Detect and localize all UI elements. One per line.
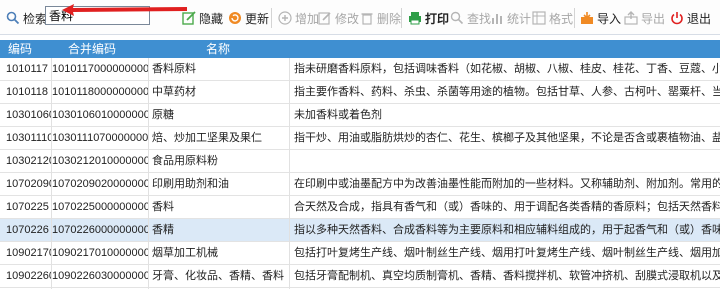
cell-merged: 1090217010000000000 [52,247,148,259]
cell-merged: 1030106010000000000 [52,109,148,121]
column-divider [148,58,149,289]
search-label: 检索 [6,9,47,27]
cell-code: 1010117 [6,63,49,75]
cell-name: 焙、炒加工坚果及果仁 [152,132,262,144]
find-button[interactable]: 查找 [450,9,491,27]
cell-desc: 在印刷中或油墨配方中为改善油墨性能而附加的一些材料。又称辅助剂、附加剂。常用的油… [294,178,720,190]
column-header-merged-code[interactable]: 合并编码 [68,40,116,58]
cell-code: 103011107 [6,132,52,144]
search-icon [450,11,464,25]
import-icon [581,12,593,24]
table-row[interactable]: 10702261070226000000000000 香精 指以多种天然香料、合成香… [0,219,720,242]
cell-name: 中草药材 [152,86,196,98]
cell-merged: 1010118000000000000 [52,86,148,98]
table-row[interactable]: 10702251070225000000000000 香料 合天然及合成，指具有香气… [0,196,720,219]
cell-desc: 指以多种天然香料、合成香料等为主要原料和相应辅料组成的，用于起香气和（或）香味作… [294,224,720,236]
trash-icon [361,13,373,25]
cell-name: 牙膏、化妆品、香精、香料... [152,270,284,282]
cell-name: 食品用原料粉 [152,155,218,167]
table-row[interactable]: 1090226031090226030000000000 牙膏、化妆品、香精、香料… [0,265,720,288]
search-icon [6,11,20,25]
column-header-code[interactable]: 编码 [8,40,32,58]
column-divider [289,58,290,289]
table-row[interactable]: 1030212011030212010000000000 食品用原料粉 [0,150,720,173]
cell-desc [294,150,720,173]
refresh-icon [229,12,241,24]
table-row[interactable]: 1070209021070209020000000000 印刷用助剂和油 在印刷中或… [0,173,720,196]
cell-code: 109021701 [6,247,52,259]
table-row[interactable]: 1030106011030106010000000000 原糖 未加香料或着色剂 [0,104,720,127]
cell-code: 109022603 [6,270,52,282]
cell-merged: 1070226000000000000 [52,224,148,236]
format-icon [532,11,546,25]
printer-icon [409,12,421,25]
cell-desc: 指主要作香料、药料、杀虫、杀菌等用途的植物。包括甘草、人参、古柯叶、罂粟杆、当归… [294,86,720,98]
red-arrow-annotation [62,4,187,16]
stats-button[interactable]: 统计 [490,9,531,27]
cell-desc: 包括牙膏配制机、真空均质制膏机、香精、香料搅拌机、软管冲挤机、刮膜式浸取机以及其… [294,270,720,282]
cell-name: 香料原料 [152,63,196,75]
update-button[interactable]: 更新 [228,9,269,27]
separator [271,8,272,28]
import-button[interactable]: 导入 [580,9,621,27]
cell-desc: 合天然及合成，指具有香气和（或）香味的、用于调配各类香精的香原料；包括天然香料、… [294,201,720,213]
cell-code: 107020902 [6,178,52,190]
power-icon [671,12,683,25]
cell-code: 1010118 [6,86,49,98]
hide-button[interactable]: 隐藏 [182,9,223,27]
cell-code: 103021201 [6,155,52,167]
export-button[interactable]: 导出 [624,9,665,27]
edit-icon [182,11,196,25]
cell-desc: 未加香料或着色剂 [294,109,382,121]
modify-button[interactable]: 修改 [318,9,359,27]
separator [574,8,575,28]
separator [401,8,402,28]
table-row[interactable]: 10101181010118000000000000 中草药材 指主要作香料、药料、… [0,81,720,104]
plus-circle-icon [278,11,292,25]
cell-name: 原糖 [152,109,174,121]
table-row[interactable]: 1030111071030111070000000000 焙、炒加工坚果及果仁 指干… [0,127,720,150]
cell-name: 印刷用助剂和油 [152,178,229,190]
cell-code: 1070226 [6,224,49,236]
cell-code: 1070225 [6,201,49,213]
table-row[interactable]: 1090217011090217010000000000 烟草加工机械 包括打叶复烤… [0,242,720,265]
grid-header: 编码 合并编码 名称 [0,40,720,58]
cell-merged: 1010117000000000000 [52,63,148,75]
cell-name: 烟草加工机械 [152,247,218,259]
pencil-icon [318,12,331,25]
cell-desc: 指干炒、用油或脂肪烘炒的杏仁、花生、槟榔子及其他坚果，不论是否含或裹植物油、盐、… [294,132,720,144]
bar-chart-icon [492,14,502,24]
cell-name: 香精 [152,224,174,236]
cell-merged: 1030111070000000000 [52,132,148,144]
cell-merged: 1070209020000000000 [52,178,148,190]
column-divider [51,58,52,289]
cell-desc: 指未研磨香料原料，包括调味香料（如花椒、胡椒、八椒、桂皮、桂花、丁香、豆蔻、小茴… [294,63,720,75]
cell-merged: 1070225000000000000 [52,201,148,213]
toolbar: 检索 隐藏 更新 增加 修改 删除 打印 查找 统计 格式 [0,0,720,35]
add-button[interactable]: 增加 [278,9,319,27]
cell-desc: 包括打叶复烤生产线、烟叶制丝生产线、烟用打叶复烤生产线、烟叶制丝生产线、烟用加温… [294,247,720,259]
table-row[interactable]: 10101171010117000000000000 香料原料 指未研磨香料原料，包… [0,58,720,81]
delete-button[interactable]: 删除 [360,9,401,27]
export-icon [624,11,638,25]
column-header-name[interactable]: 名称 [206,40,230,58]
print-button[interactable]: 打印 [408,9,449,27]
exit-button[interactable]: 退出 [670,9,711,27]
cell-merged: 1030212010000000000 [52,155,148,167]
format-button[interactable]: 格式 [532,9,573,27]
search-label-text: 检索 [23,11,48,26]
cell-name: 香料 [152,201,174,213]
cell-code: 103010601 [6,109,52,121]
cell-merged: 1090226030000000000 [52,270,148,282]
